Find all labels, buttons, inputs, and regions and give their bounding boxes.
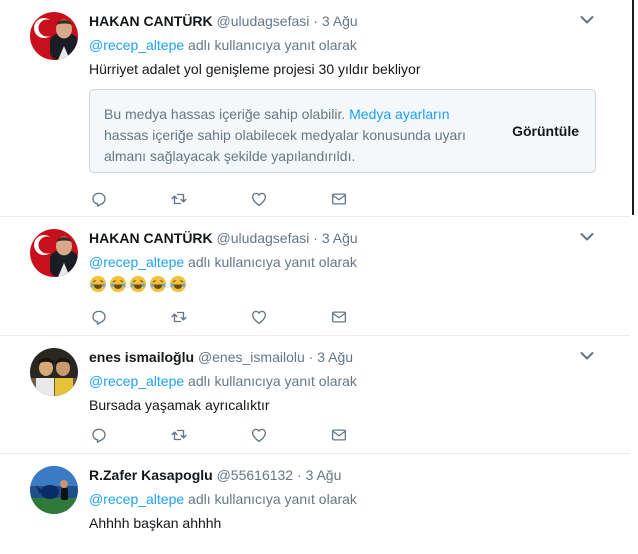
timeline: HAKAN CANTÜRK @uludagsefasi · 3 Ağu @rec… [0, 0, 630, 542]
reply-context-label: adlı kullanıcıya yanıt olarak [184, 491, 357, 507]
reply-context: @recep_altepe adlı kullanıcıya yanıt ola… [89, 253, 357, 271]
tweet-header: HAKAN CANTÜRK @uludagsefasi · 3 Ağu [89, 229, 358, 247]
tweet-text [89, 275, 187, 295]
laughing-crying-emoji [149, 275, 167, 293]
avatar[interactable] [30, 348, 78, 396]
display-name[interactable]: HAKAN CANTÜRK [89, 230, 213, 246]
tweet-date[interactable]: 3 Ağu [317, 349, 353, 365]
reply-context-label: adlı kullanıcıya yanıt olarak [184, 373, 357, 389]
sensitive-media-text: Bu medya hassas içeriğe sahip olabilir. … [104, 104, 484, 167]
display-name[interactable]: enes ismailoğlu [89, 349, 194, 365]
reply-context-label: adlı kullanıcıya yanıt olarak [184, 37, 357, 53]
sensitive-media-notice: Bu medya hassas içeriğe sahip olabilir. … [89, 89, 596, 173]
laughing-crying-emoji [169, 275, 187, 293]
avatar[interactable] [30, 229, 78, 277]
dm-icon[interactable] [330, 190, 348, 208]
separator: · [308, 349, 314, 365]
tweet-header: R.Zafer Kasapoglu @55616132 · 3 Ağu [89, 466, 341, 484]
separator: · [313, 13, 318, 29]
tweet-text: Hürriyet adalet yol genişleme projesi 30… [89, 61, 421, 77]
reply-icon[interactable] [90, 426, 108, 444]
like-icon[interactable] [250, 426, 268, 444]
laughing-crying-emoji [89, 275, 107, 293]
sensitive-text-before: Bu medya hassas içeriğe sahip olabilir. [104, 106, 350, 122]
tweet-header: enes ismailoğlu @enes_ismailolu · 3 Ağu [89, 348, 353, 366]
reply-context: @recep_altepe adlı kullanıcıya yanıt ola… [89, 490, 357, 508]
chevron-down-icon[interactable] [580, 14, 594, 26]
reply-to-mention[interactable]: @recep_altepe [89, 373, 184, 389]
tweet[interactable]: HAKAN CANTÜRK @uludagsefasi · 3 Ağu @rec… [0, 0, 630, 217]
tweet-date[interactable]: 3 Ağu [322, 230, 358, 246]
dm-icon[interactable] [330, 426, 348, 444]
retweet-icon[interactable] [170, 426, 188, 444]
scrollbar[interactable] [632, 0, 634, 215]
laughing-crying-emoji [109, 275, 127, 293]
laughing-crying-emoji [129, 275, 147, 293]
tweet[interactable]: HAKAN CANTÜRK @uludagsefasi · 3 Ağu @rec… [0, 217, 630, 336]
retweet-icon[interactable] [170, 308, 188, 326]
avatar[interactable] [30, 12, 78, 60]
display-name[interactable]: HAKAN CANTÜRK [89, 13, 213, 29]
view-media-button[interactable]: Görüntüle [512, 123, 579, 139]
avatar[interactable] [30, 466, 78, 514]
reply-to-mention[interactable]: @recep_altepe [89, 491, 184, 507]
tweet-date[interactable]: 3 Ağu [322, 13, 358, 29]
tweet-date[interactable]: 3 Ağu [306, 467, 342, 483]
separator: · [313, 230, 318, 246]
separator: · [297, 467, 302, 483]
like-icon[interactable] [250, 308, 268, 326]
tweet-actions [89, 190, 359, 210]
user-handle[interactable]: @enes_ismailolu [198, 349, 305, 365]
user-handle[interactable]: @55616132 [217, 467, 294, 483]
reply-icon[interactable] [90, 308, 108, 326]
reply-to-mention[interactable]: @recep_altepe [89, 254, 184, 270]
reply-to-mention[interactable]: @recep_altepe [89, 37, 184, 53]
tweet-header: HAKAN CANTÜRK @uludagsefasi · 3 Ağu [89, 12, 358, 30]
tweet[interactable]: enes ismailoğlu @enes_ismailolu · 3 Ağu … [0, 336, 630, 454]
tweet-text: Ahhhh başkan ahhhh [89, 515, 222, 531]
tweet-actions [89, 426, 359, 446]
reply-context: @recep_altepe adlı kullanıcıya yanıt ola… [89, 372, 357, 390]
display-name[interactable]: R.Zafer Kasapoglu [89, 467, 213, 483]
tweet[interactable]: R.Zafer Kasapoglu @55616132 · 3 Ağu @rec… [0, 454, 630, 554]
dm-icon[interactable] [330, 308, 348, 326]
user-handle[interactable]: @uludagsefasi [217, 13, 310, 29]
user-handle[interactable]: @uludagsefasi [217, 230, 310, 246]
like-icon[interactable] [250, 190, 268, 208]
reply-context-label: adlı kullanıcıya yanıt olarak [184, 254, 357, 270]
tweet-actions [89, 308, 359, 328]
sensitive-text-after: hassas içeriğe sahip olabilecek medyalar… [104, 127, 466, 164]
chevron-down-icon[interactable] [580, 350, 594, 362]
media-settings-link[interactable]: Medya ayarların [349, 106, 449, 122]
retweet-icon[interactable] [170, 190, 188, 208]
reply-icon[interactable] [90, 190, 108, 208]
tweet-text: Bursada yaşamak ayrıcalıktır [89, 397, 270, 413]
chevron-down-icon[interactable] [580, 231, 594, 243]
reply-context: @recep_altepe adlı kullanıcıya yanıt ola… [89, 36, 357, 54]
